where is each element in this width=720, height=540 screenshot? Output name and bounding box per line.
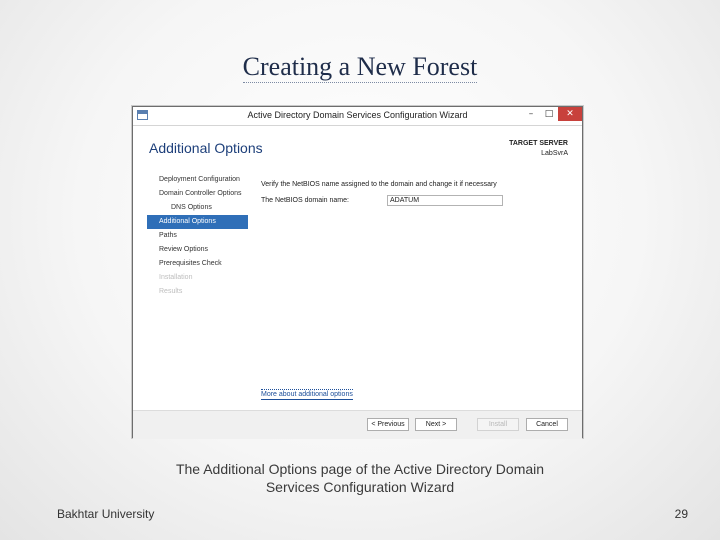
- nav-item-results: Results: [159, 288, 183, 295]
- nav-item-installation: Installation: [159, 274, 193, 281]
- slide-title: Creating a New Forest: [0, 52, 720, 83]
- next-button[interactable]: Next >: [415, 418, 457, 431]
- cancel-button[interactable]: Cancel: [526, 418, 568, 431]
- target-server-label: TARGET SERVER: [509, 140, 568, 147]
- slide-caption: The Additional Options page of the Activ…: [100, 460, 620, 496]
- page-number: 29: [674, 507, 688, 521]
- nav-item-paths[interactable]: Paths: [147, 229, 248, 243]
- nav-item-domain-controller-options[interactable]: Domain Controller Options: [147, 187, 248, 201]
- maximize-button[interactable]: □: [540, 107, 558, 121]
- nav-item-deployment-configuration[interactable]: Deployment Configuration: [147, 173, 248, 187]
- title-bar[interactable]: Active Directory Domain Services Configu…: [133, 107, 582, 126]
- nav-item-prerequisites-check[interactable]: Prerequisites Check: [147, 257, 248, 271]
- footer-university: Bakhtar University: [57, 507, 155, 521]
- target-server: TARGET SERVER LabSvrA: [509, 139, 568, 159]
- nav-item-dns-options[interactable]: DNS Options: [147, 201, 248, 215]
- window-title: Active Directory Domain Services Configu…: [247, 110, 468, 120]
- minimize-button[interactable]: –: [522, 107, 540, 121]
- page-heading: Additional Options: [149, 140, 263, 156]
- install-button: Install: [477, 418, 519, 431]
- netbios-row: The NetBIOS domain name: ADATUM: [261, 195, 571, 207]
- nav-item-review-options[interactable]: Review Options: [147, 243, 248, 257]
- netbios-label: The NetBIOS domain name:: [261, 197, 349, 204]
- button-bar: < Previous Next > Install Cancel: [133, 410, 582, 439]
- options-content: Verify the NetBIOS name assigned to the …: [261, 181, 571, 207]
- window-controls: – □ ✕: [522, 107, 582, 123]
- netbios-name-input[interactable]: ADATUM: [387, 195, 503, 206]
- caption-line-2: Services Configuration Wizard: [265, 479, 455, 495]
- more-about-options-link[interactable]: More about additional options: [261, 389, 353, 400]
- target-server-name: LabSvrA: [541, 150, 568, 157]
- nav-item-additional-options[interactable]: Additional Options: [147, 215, 248, 229]
- previous-button[interactable]: < Previous: [367, 418, 409, 431]
- close-button[interactable]: ✕: [558, 107, 582, 121]
- wizard-nav: Deployment Configuration Domain Controll…: [147, 173, 248, 299]
- slide-title-text: Creating a New Forest: [242, 52, 478, 83]
- verify-instructions: Verify the NetBIOS name assigned to the …: [261, 181, 497, 188]
- wizard-window: Active Directory Domain Services Configu…: [132, 106, 583, 439]
- caption-line-1: The Additional Options page of the Activ…: [175, 461, 545, 477]
